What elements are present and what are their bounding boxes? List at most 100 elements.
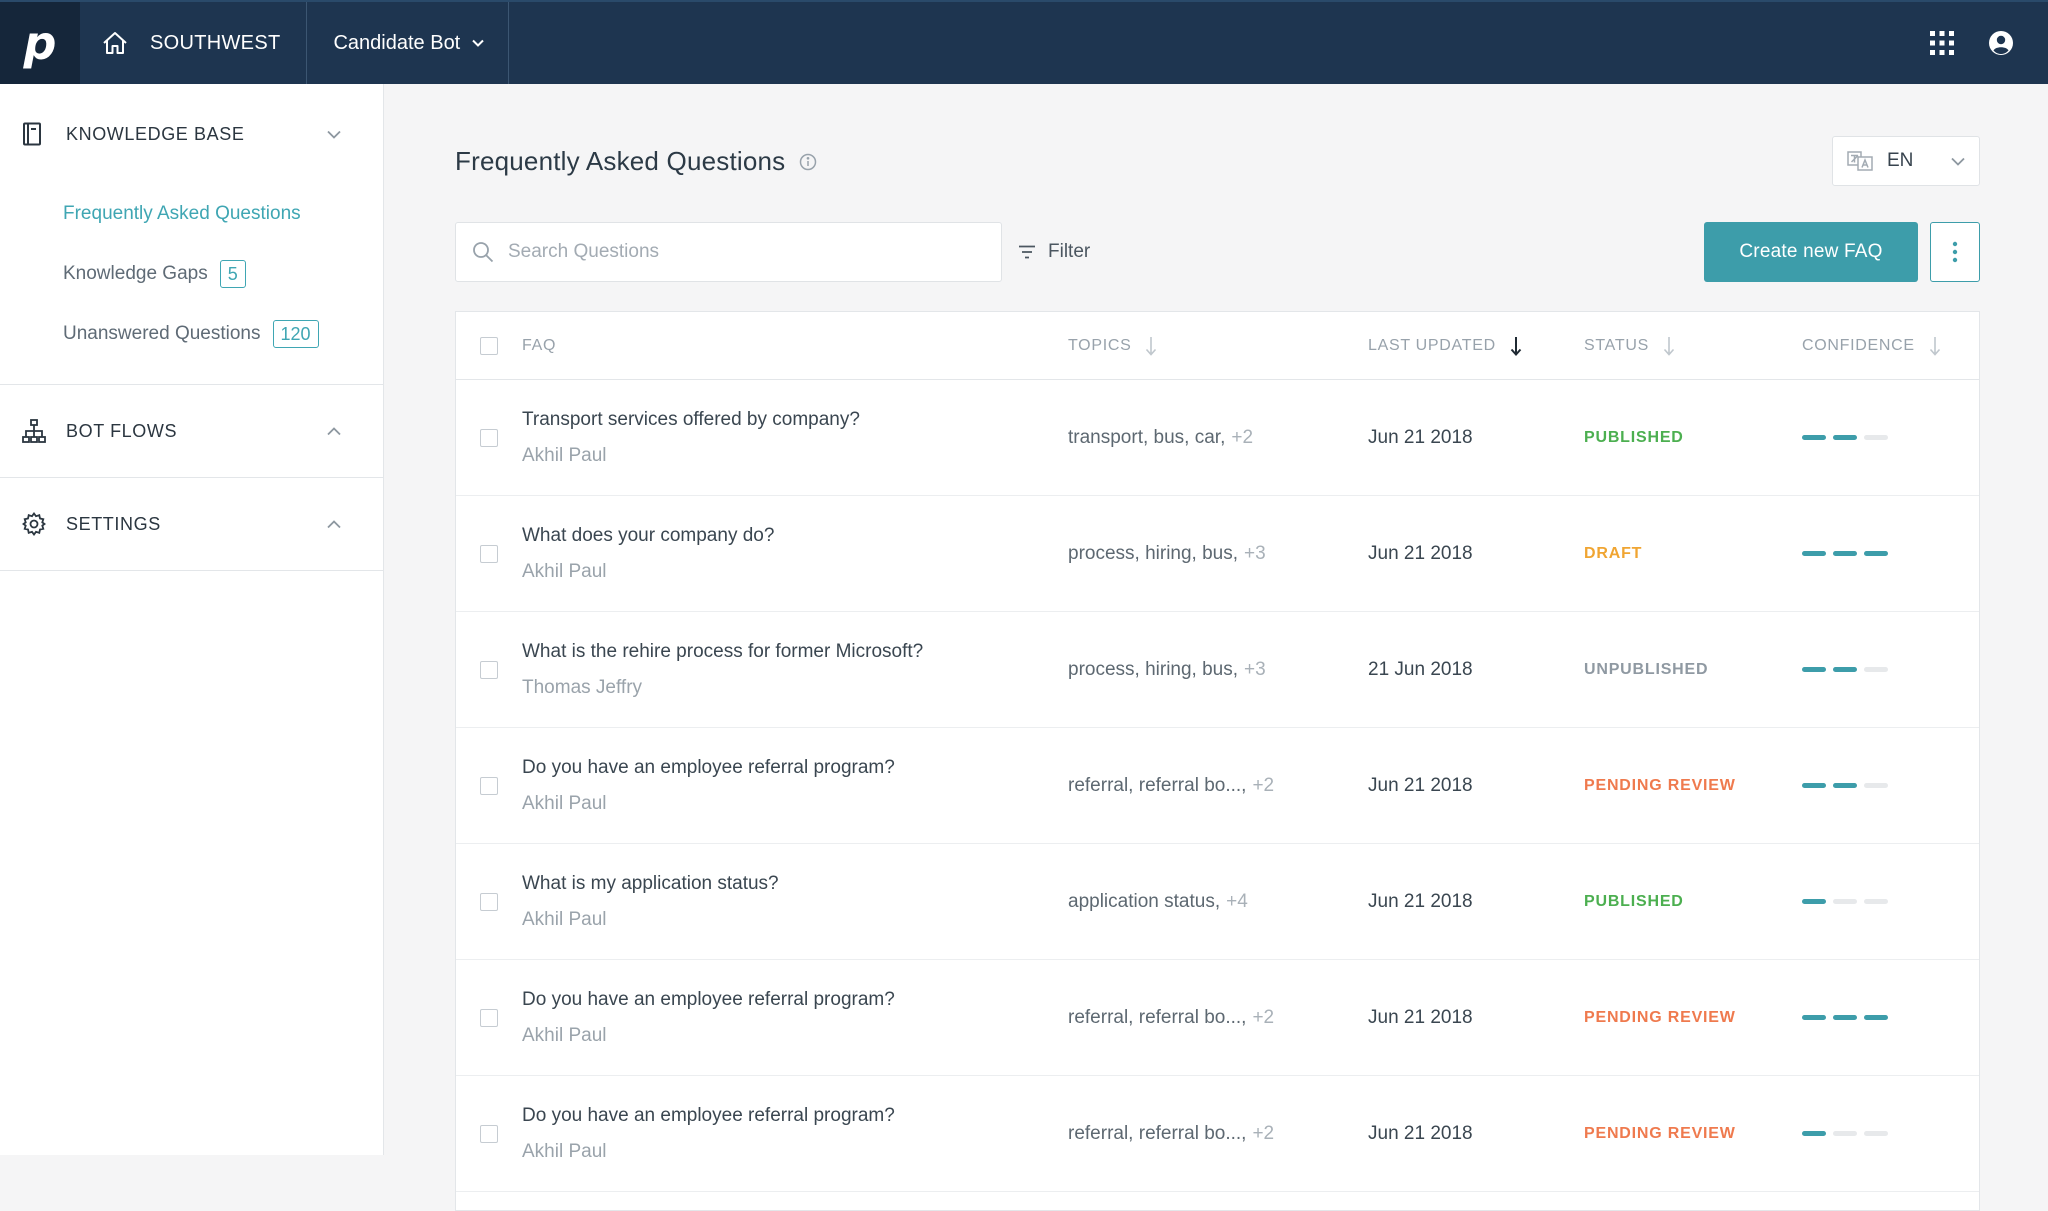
confidence-meter [1802,1131,1888,1136]
confidence-segment [1864,899,1888,904]
sort-arrow-down-icon [1663,336,1675,356]
language-label: EN [1887,150,1914,171]
search-input[interactable] [508,241,978,263]
column-header-status[interactable]: STATUS [1584,336,1802,356]
column-header-faq: FAQ [522,336,557,354]
sidebar-knowledge-base-header[interactable]: KNOWLEDGE BASE [0,84,383,184]
table-row[interactable]: Transport services offered by company? A… [456,380,1979,496]
row-checkbox[interactable] [480,544,498,563]
sort-arrow-down-icon [1146,336,1157,356]
table-row[interactable]: Do you have an employee referral program… [456,728,1979,844]
faq-question[interactable]: Do you have an employee referral program… [522,988,1068,1012]
confidence-segment [1802,783,1826,788]
faq-table: FAQ TOPICS LAST UPDATED STATUS CONFIDENC… [455,311,1980,1211]
column-header-last-updated[interactable]: LAST UPDATED [1368,336,1584,356]
sidebar-item-knowledge-gaps[interactable]: Knowledge Gaps 5 [0,244,383,304]
confidence-segment [1833,667,1857,672]
confidence-segment [1864,1131,1888,1136]
faq-last-updated: Jun 21 2018 [1368,890,1473,912]
more-options-button[interactable] [1930,222,1980,282]
faq-question[interactable]: Transport services offered by company? [522,408,1068,432]
faq-question[interactable]: Do you have an employee referral program… [522,1104,1068,1128]
page-title: Frequently Asked Questions [455,146,786,176]
count-badge: 5 [219,260,246,288]
create-new-faq-button[interactable]: Create new FAQ [1704,222,1918,282]
sidebar-section-settings: SETTINGS [0,478,383,571]
sidebar-bot-flows-header[interactable]: BOT FLOWS [0,385,383,477]
column-header-label: TOPICS [1068,336,1132,354]
column-header-confidence[interactable]: CONFIDENCE [1802,336,1941,356]
chevron-up-icon [327,519,341,528]
sidebar-settings-header[interactable]: SETTINGS [0,478,383,570]
confidence-segment [1833,783,1857,788]
confidence-meter [1802,435,1888,440]
sidebar-bot-flows-label: BOT FLOWS [66,420,178,441]
faq-topics: referral, referral bo..., +2 [1068,775,1368,797]
faq-author: Akhil Paul [522,1024,607,1046]
faq-question[interactable]: What is my application status? [522,872,1068,896]
vertical-dots-icon [1952,241,1958,263]
home-icon [103,32,127,54]
status-badge: PENDING REVIEW [1584,776,1736,794]
topics-more-count[interactable]: +4 [1226,891,1248,913]
filter-button[interactable]: Filter [1018,222,1090,282]
book-icon [22,122,48,146]
sort-arrow-down-icon [1929,336,1940,356]
table-row[interactable]: What is my application status? Akhil Pau… [456,844,1979,960]
count-badge: 120 [272,320,319,348]
status-badge: UNPUBLISHED [1584,660,1709,678]
sidebar-knowledge-base-label: KNOWLEDGE BASE [66,123,245,144]
confidence-segment [1833,435,1857,440]
topics-more-count[interactable]: +2 [1252,1007,1274,1029]
faq-author: Akhil Paul [522,444,607,466]
confidence-segment [1864,551,1888,556]
row-checkbox[interactable] [480,776,498,795]
confidence-meter [1802,899,1888,904]
topics-more-count[interactable]: +2 [1252,1123,1274,1145]
apps-grid-icon[interactable] [1930,31,1954,55]
topics-list: process, hiring, bus, [1068,542,1239,564]
sidebar-settings-label: SETTINGS [66,513,161,534]
status-badge: PENDING REVIEW [1584,1008,1736,1026]
table-row[interactable]: Do you have an employee referral program… [456,1076,1979,1192]
confidence-segment [1833,899,1857,904]
topics-more-count[interactable]: +3 [1244,659,1266,681]
confidence-meter [1802,551,1888,556]
faq-question[interactable]: What is the rehire process for former Mi… [522,640,1068,664]
topics-more-count[interactable]: +2 [1231,427,1253,449]
row-checkbox[interactable] [480,892,498,911]
topbar-actions [1930,2,2048,84]
info-icon[interactable] [799,153,817,171]
select-all-checkbox[interactable] [480,336,498,355]
row-checkbox[interactable] [480,1124,498,1143]
row-checkbox[interactable] [480,428,498,447]
sidebar-item-unanswered-questions[interactable]: Unanswered Questions 120 [0,304,383,364]
faq-topics: referral, referral bo..., +2 [1068,1007,1368,1029]
row-checkbox[interactable] [480,660,498,679]
table-row[interactable]: Do you have an employee referral program… [456,960,1979,1076]
topics-more-count[interactable]: +2 [1252,775,1274,797]
chevron-up-icon [327,426,341,435]
gear-icon [22,512,48,536]
language-selector[interactable]: EN [1832,136,1980,186]
faq-last-updated: 21 Jun 2018 [1368,658,1473,680]
bot-selector-dropdown[interactable]: Candidate Bot [307,2,510,84]
confidence-segment [1864,435,1888,440]
topics-more-count[interactable]: +3 [1244,543,1266,565]
column-header-label: LAST UPDATED [1368,336,1496,354]
user-account-icon[interactable] [1988,30,2014,56]
faq-topics: process, hiring, bus, +3 [1068,659,1368,681]
topics-list: referral, referral bo..., [1068,1122,1247,1144]
column-header-topics[interactable]: TOPICS [1068,336,1368,356]
row-checkbox[interactable] [480,1008,498,1027]
confidence-segment [1802,1131,1826,1136]
confidence-segment [1864,1015,1888,1020]
org-home-link[interactable]: SOUTHWEST [80,2,308,84]
app-logo[interactable]: p [0,2,80,84]
table-row[interactable]: What is the rehire process for former Mi… [456,612,1979,728]
table-row[interactable]: What does your company do? Akhil Paul pr… [456,496,1979,612]
faq-question[interactable]: What does your company do? [522,524,1068,548]
faq-question[interactable]: Do you have an employee referral program… [522,756,1068,780]
chevron-down-icon [327,130,341,139]
sidebar-item-faq[interactable]: Frequently Asked Questions [0,184,383,244]
